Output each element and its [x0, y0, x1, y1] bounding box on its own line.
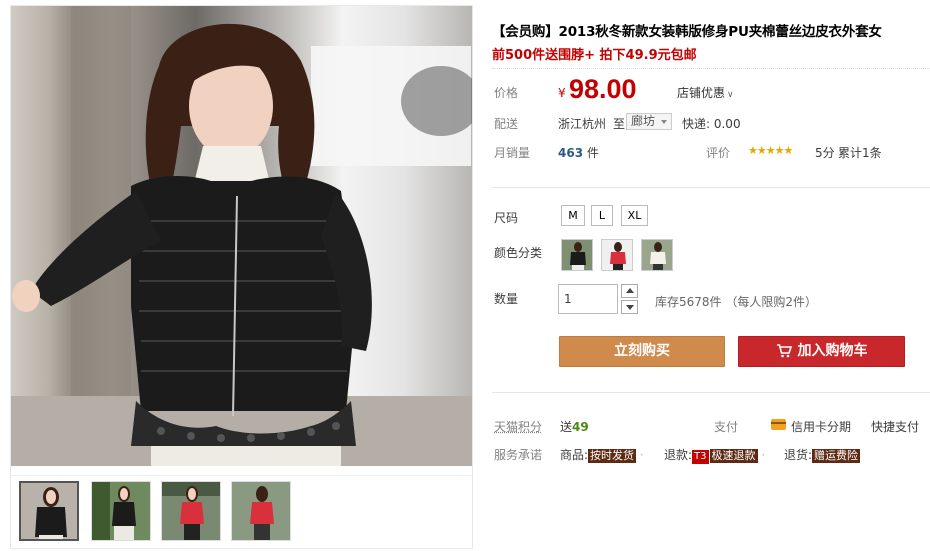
- buy-now-button[interactable]: 立刻购买: [559, 336, 725, 367]
- monthly-sales-label: 月销量: [494, 146, 531, 160]
- quick-pay[interactable]: 快捷支付: [871, 418, 919, 435]
- currency-symbol: ¥: [558, 86, 566, 100]
- t3-badge: T3: [692, 450, 709, 464]
- service-promise-label: 服务承诺: [494, 448, 543, 462]
- separator: ·: [639, 448, 644, 462]
- quantity-decrease-button[interactable]: [621, 300, 638, 314]
- destination-city-select[interactable]: 廊坊: [626, 113, 672, 130]
- chevron-down-icon: ∨: [727, 90, 734, 100]
- return-prefix: 退货:: [784, 448, 813, 462]
- separator: ·: [761, 448, 766, 462]
- color-label: 颜色分类: [494, 246, 543, 260]
- thumbnail-4[interactable]: [231, 481, 291, 541]
- product-gallery: [10, 5, 473, 549]
- size-label: 尺码: [494, 211, 519, 225]
- thumbnail-3[interactable]: [161, 481, 221, 541]
- rating-stars-icon: ★★★★★: [748, 144, 793, 157]
- store-offer-label: 店铺优惠: [677, 86, 726, 100]
- rating-label: 评价: [706, 146, 731, 160]
- points-value: 49: [572, 420, 589, 434]
- quantity-input[interactable]: 1: [558, 284, 618, 314]
- main-product-image[interactable]: [11, 6, 472, 466]
- tmall-points: 送49: [560, 418, 589, 435]
- delivery-label: 配送: [494, 117, 519, 131]
- product-title: 【会员购】2013秋冬新款女装韩版修身PU夹棉蕾丝边皮衣外套女: [492, 24, 882, 40]
- refund-prefix: 退款:: [664, 448, 693, 462]
- service-refund[interactable]: 退款: T3 极速退款 ·: [664, 446, 765, 464]
- color-white-swatch: [642, 240, 672, 270]
- on-time-delivery-badge: 按时发货: [588, 449, 637, 463]
- arrow-up-icon: [626, 288, 634, 293]
- thumbnail-3-image: [162, 482, 220, 540]
- divider: [492, 68, 930, 69]
- monthly-sales-count: 463: [558, 146, 584, 160]
- shipping-insurance-badge: 赠运费险: [812, 449, 861, 463]
- thumbnail-2-image: [92, 482, 150, 540]
- shipping-fee: 快递: 0.00: [682, 117, 741, 131]
- divider: [492, 187, 930, 188]
- credit-card-icon: [771, 419, 786, 430]
- color-black-swatch: [562, 240, 592, 270]
- size-option-m[interactable]: M: [561, 205, 585, 226]
- cart-icon: [776, 344, 792, 358]
- store-offer-dropdown[interactable]: 店铺优惠 ∨: [677, 84, 734, 101]
- ship-from-city: 浙江杭州: [558, 117, 607, 131]
- service-return[interactable]: 退货: 赠运费险: [784, 446, 861, 463]
- thumbnail-1-image: [21, 483, 77, 539]
- thumbnail-2[interactable]: [91, 481, 151, 541]
- tmall-points-label[interactable]: 天猫积分: [494, 418, 542, 435]
- add-to-cart-label: 加入购物车: [797, 343, 868, 359]
- color-option-white[interactable]: [641, 239, 673, 271]
- price-value: 98.00: [569, 74, 637, 104]
- destination-city-value: 廊坊: [631, 114, 656, 128]
- reviews-count-link[interactable]: 累计1条: [838, 144, 882, 161]
- service-goods[interactable]: 商品: 按时发货 ·: [560, 446, 644, 463]
- monthly-sales-unit: 件: [586, 146, 599, 160]
- payment-label: 支付: [714, 420, 739, 434]
- fast-refund-badge: 极速退款: [709, 449, 758, 463]
- points-prefix: 送: [560, 420, 573, 434]
- thumbnail-1[interactable]: [19, 481, 79, 541]
- stock-info: 库存5678件 （每人限购2件）: [655, 295, 817, 309]
- color-option-black[interactable]: [561, 239, 593, 271]
- monthly-sales: 463 件: [558, 144, 599, 161]
- arrow-down-icon: [626, 305, 634, 310]
- credit-card-installment[interactable]: 信用卡分期: [791, 418, 851, 435]
- thumbnail-4-image: [232, 482, 290, 540]
- divider: [492, 392, 930, 393]
- quantity-increase-button[interactable]: [621, 284, 638, 298]
- size-option-xl[interactable]: XL: [621, 205, 648, 226]
- caret-down-icon: [661, 120, 667, 124]
- color-option-red[interactable]: [601, 239, 633, 271]
- ship-to-word: 至: [613, 117, 626, 131]
- model-in-black-jacket-illustration: [11, 6, 472, 466]
- thumbnail-strip: [11, 475, 472, 549]
- price-label: 价格: [494, 86, 519, 100]
- goods-prefix: 商品:: [560, 448, 589, 462]
- quantity-label: 数量: [494, 292, 519, 306]
- add-to-cart-button[interactable]: 加入购物车: [738, 336, 905, 367]
- product-info-panel: 【会员购】2013秋冬新款女装韩版修身PU夹棉蕾丝边皮衣外套女 前500件送围脖…: [492, 0, 930, 551]
- rating-score: 5分: [815, 146, 835, 160]
- product-subtitle: 前500件送围脖+ 拍下49.9元包邮: [492, 48, 697, 63]
- color-red-swatch: [602, 240, 632, 270]
- size-option-l[interactable]: L: [591, 205, 613, 226]
